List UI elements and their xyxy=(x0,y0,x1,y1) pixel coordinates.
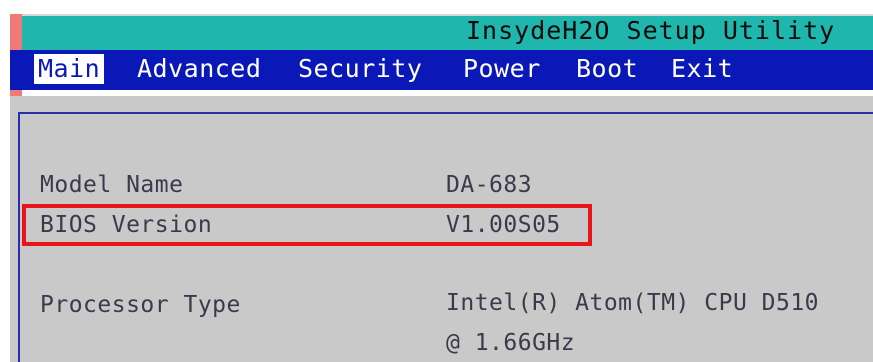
menu-tab-exit[interactable]: Exit xyxy=(671,54,733,83)
menu-tab-advanced[interactable]: Advanced xyxy=(137,54,261,83)
menu-tab-main[interactable]: Main xyxy=(34,54,105,84)
processor-type-value-line2: @ 1.66GHz xyxy=(446,330,576,356)
processor-type-value: Intel(R) Atom(TM) CPU D510 xyxy=(446,290,820,316)
menu-tab-boot[interactable]: Boot xyxy=(576,54,638,83)
menu-tab-power[interactable]: Power xyxy=(463,54,541,83)
processor-type-label: Processor Type xyxy=(40,292,241,318)
bios-version-value: V1.00S05 xyxy=(446,212,561,238)
bios-version-label: BIOS Version xyxy=(40,212,213,238)
menu-tab-security[interactable]: Security xyxy=(298,54,422,83)
utility-title: InsydeH2O Setup Utility xyxy=(466,16,836,45)
model-name-label: Model Name xyxy=(40,172,184,198)
bios-setup-screen: InsydeH2O Setup Utility Main Advanced Se… xyxy=(0,0,873,362)
model-name-value: DA-683 xyxy=(446,172,533,198)
